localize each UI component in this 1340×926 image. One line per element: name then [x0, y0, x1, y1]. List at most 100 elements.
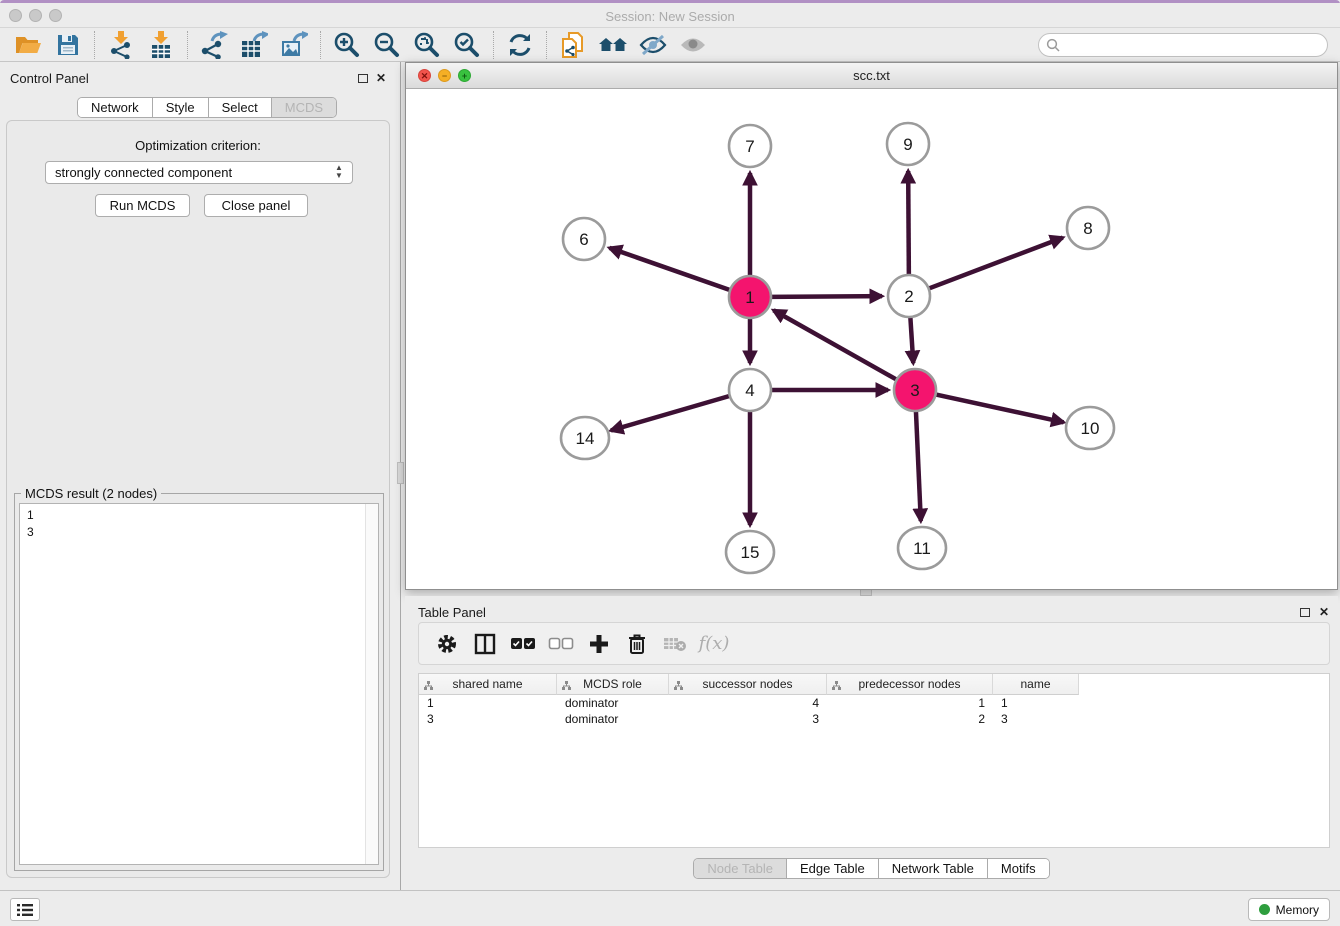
- column-header-mcds-role[interactable]: MCDS role: [557, 674, 669, 695]
- column-header-predecessor-nodes[interactable]: predecessor nodes: [827, 674, 993, 695]
- home-views-icon[interactable]: [596, 30, 630, 60]
- tab-node-table[interactable]: Node Table: [694, 859, 787, 878]
- table-cell[interactable]: 2: [827, 711, 993, 727]
- graph-node-2[interactable]: 2: [888, 275, 930, 317]
- table-cell[interactable]: dominator: [557, 695, 669, 711]
- refresh-layout-icon[interactable]: [503, 30, 537, 60]
- network-window-titlebar[interactable]: ✕ − + scc.txt: [406, 63, 1337, 89]
- graph-edge-2-9[interactable]: [908, 171, 909, 275]
- zoom-in-icon[interactable]: [330, 30, 364, 60]
- export-table-icon[interactable]: [237, 30, 271, 60]
- task-history-button[interactable]: [10, 898, 40, 921]
- tab-mcds[interactable]: MCDS: [272, 98, 336, 117]
- zoom-fit-icon[interactable]: [410, 30, 444, 60]
- open-folder-icon[interactable]: [11, 30, 45, 60]
- column-split-icon[interactable]: [469, 629, 501, 659]
- close-panel-icon[interactable]: ✕: [376, 71, 386, 85]
- clone-network-icon[interactable]: [556, 30, 590, 60]
- table-cell[interactable]: 3: [993, 711, 1079, 727]
- graph-node-8[interactable]: 8: [1067, 207, 1109, 249]
- add-column-icon[interactable]: [583, 629, 615, 659]
- table-cell[interactable]: 4: [669, 695, 827, 711]
- select-all-checkboxes-icon[interactable]: [507, 629, 539, 659]
- float-panel-icon[interactable]: [358, 74, 368, 83]
- tab-style[interactable]: Style: [153, 98, 209, 117]
- table-cell[interactable]: 1: [827, 695, 993, 711]
- table-row[interactable]: 3dominator323: [419, 711, 1329, 727]
- vertical-splitter[interactable]: [396, 62, 405, 890]
- table-cell[interactable]: 3: [669, 711, 827, 727]
- optimization-criterion-label: Optimization criterion:: [7, 138, 389, 153]
- graph-node-9[interactable]: 9: [887, 123, 929, 165]
- graph-node-7[interactable]: 7: [729, 125, 771, 167]
- graph-edge-1-6[interactable]: [609, 248, 730, 290]
- mcds-panel-body: Optimization criterion: strongly connect…: [6, 120, 390, 878]
- save-floppy-icon[interactable]: [51, 30, 85, 60]
- gear-icon[interactable]: [431, 629, 463, 659]
- graph-edge-2-3[interactable]: [910, 317, 913, 363]
- graph-node-4[interactable]: 4: [729, 369, 771, 411]
- table-cell[interactable]: 3: [419, 711, 557, 727]
- graph-edge-3-11[interactable]: [916, 411, 921, 521]
- tab-select[interactable]: Select: [209, 98, 272, 117]
- table-tabs: Node Table Edge Table Network Table Moti…: [693, 858, 1049, 879]
- graph-node-label: 6: [579, 230, 588, 249]
- search-input[interactable]: [1038, 33, 1328, 57]
- graph-node-1[interactable]: 1: [729, 276, 771, 318]
- graph-node-10[interactable]: 10: [1066, 407, 1114, 449]
- graph-node-label: 14: [576, 429, 595, 448]
- close-panel-button[interactable]: Close panel: [204, 194, 308, 217]
- import-network-icon[interactable]: [104, 30, 138, 60]
- network-view-window: ✕ − + scc.txt 7 9 6 8 1 2 4 3 14 10 15 11: [405, 62, 1338, 590]
- graph-node-14[interactable]: 14: [561, 417, 609, 459]
- table-cell[interactable]: 1: [419, 695, 557, 711]
- tab-network[interactable]: Network: [78, 98, 153, 117]
- splitter-handle[interactable]: [397, 462, 404, 484]
- hierarchy-icon: [424, 679, 433, 693]
- hierarchy-icon: [674, 679, 683, 693]
- graph-edge-3-10[interactable]: [936, 394, 1064, 422]
- show-eye-icon[interactable]: [676, 30, 710, 60]
- table-cell[interactable]: 1: [993, 695, 1079, 711]
- tab-edge-table[interactable]: Edge Table: [787, 859, 879, 878]
- export-image-icon[interactable]: [277, 30, 311, 60]
- export-network-icon[interactable]: [197, 30, 231, 60]
- graph-edge-2-8[interactable]: [929, 238, 1063, 289]
- column-label: name: [1020, 677, 1050, 691]
- zoom-out-icon[interactable]: [370, 30, 404, 60]
- graph-edge-1-2[interactable]: [771, 296, 882, 297]
- graph-node-15[interactable]: 15: [726, 531, 774, 573]
- control-panel-tabs: Network Style Select MCDS: [77, 97, 337, 118]
- memory-button[interactable]: Memory: [1248, 898, 1330, 921]
- zoom-selected-icon[interactable]: [450, 30, 484, 60]
- graph-edge-3-1[interactable]: [774, 310, 897, 379]
- graph-node-11[interactable]: 11: [898, 527, 946, 569]
- memory-label: Memory: [1276, 903, 1319, 917]
- hide-eye-icon[interactable]: [636, 30, 670, 60]
- result-scrollbar[interactable]: [365, 504, 378, 864]
- horizontal-splitter-handle[interactable]: [860, 589, 872, 596]
- deselect-all-checkboxes-icon[interactable]: [545, 629, 577, 659]
- search-field: [1038, 33, 1328, 57]
- close-panel-icon[interactable]: ✕: [1319, 605, 1329, 619]
- table-row[interactable]: 1dominator411: [419, 695, 1329, 711]
- column-header-successor-nodes[interactable]: successor nodes: [669, 674, 827, 695]
- network-canvas[interactable]: 7 9 6 8 1 2 4 3 14 10 15 11: [406, 89, 1337, 589]
- table-cell[interactable]: dominator: [557, 711, 669, 727]
- column-header-shared-name[interactable]: shared name: [419, 674, 557, 695]
- window-title: Session: New Session: [0, 9, 1340, 24]
- tab-network-table[interactable]: Network Table: [879, 859, 988, 878]
- graph-node-6[interactable]: 6: [563, 218, 605, 260]
- mcds-result-lines: 13: [27, 507, 34, 541]
- graph-edge-4-14[interactable]: [611, 396, 730, 431]
- trash-icon[interactable]: [621, 629, 653, 659]
- tab-motifs[interactable]: Motifs: [988, 859, 1049, 878]
- column-header-name[interactable]: name: [993, 674, 1079, 695]
- table-tabs-row: Node Table Edge Table Network Table Moti…: [405, 858, 1338, 879]
- float-panel-icon[interactable]: [1300, 608, 1310, 617]
- graph-node-3[interactable]: 3: [894, 369, 936, 411]
- criterion-select[interactable]: strongly connected component ▲▼: [45, 161, 353, 184]
- run-mcds-button[interactable]: Run MCDS: [95, 194, 190, 217]
- import-table-icon[interactable]: [144, 30, 178, 60]
- graph-node-label: 11: [913, 539, 931, 558]
